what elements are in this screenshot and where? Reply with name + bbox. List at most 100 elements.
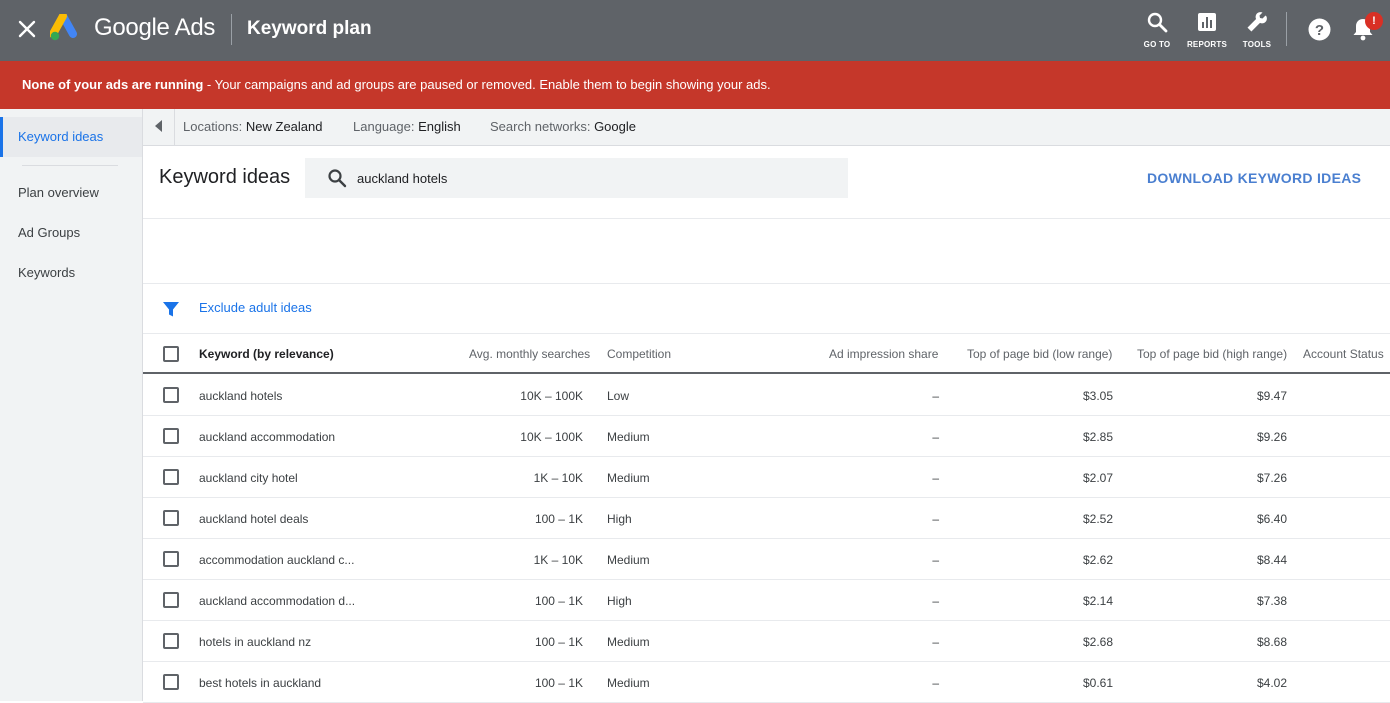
- plan-settings-bar: Locations: New Zealand Language: English…: [143, 109, 1390, 146]
- search-networks-filter[interactable]: Search networks: Google: [490, 119, 636, 134]
- alert-text: - Your campaigns and ad groups are pause…: [203, 77, 771, 92]
- row-checkbox[interactable]: [163, 592, 179, 608]
- ads-not-running-alert: None of your ads are running - Your camp…: [0, 61, 1390, 109]
- sidebar-item-keyword-ideas[interactable]: Keyword ideas: [0, 117, 142, 157]
- row-checkbox[interactable]: [163, 387, 179, 403]
- column-header-competition[interactable]: Competition: [607, 347, 671, 361]
- ad-impression-share-cell: –: [932, 430, 939, 444]
- competition-cell: Medium: [607, 553, 650, 567]
- column-header-avg-monthly-searches[interactable]: Avg. monthly searches: [469, 347, 590, 361]
- keyword-cell: auckland hotels: [199, 389, 283, 403]
- ad-impression-share-cell: –: [932, 512, 939, 526]
- row-checkbox[interactable]: [163, 428, 179, 444]
- search-networks-label: Search networks:: [490, 119, 591, 134]
- keyword-cell: auckland accommodation: [199, 430, 336, 444]
- row-checkbox[interactable]: [163, 551, 179, 567]
- column-header-top-bid-low[interactable]: Top of page bid (low range): [967, 347, 1112, 361]
- help-icon[interactable]: ?: [1307, 17, 1332, 42]
- keyword-search-input[interactable]: [357, 166, 827, 190]
- column-header-account-status[interactable]: Account Status: [1303, 347, 1384, 361]
- keyword-cell: accommodation auckland c...: [199, 553, 355, 567]
- sidebar: Keyword ideas Plan overview Ad Groups Ke…: [0, 109, 143, 701]
- chevron-left-icon: [155, 120, 162, 132]
- language-value: English: [418, 119, 461, 134]
- reports-button[interactable]: REPORTS: [1184, 10, 1230, 49]
- filter-icon: [162, 300, 180, 318]
- search-icon: [327, 168, 347, 188]
- locations-value: New Zealand: [245, 119, 323, 134]
- avg-monthly-searches-cell: 100 – 1K: [534, 635, 583, 649]
- top-bid-high-cell: $7.26: [1256, 471, 1287, 485]
- avg-monthly-searches-cell: 10K – 100K: [520, 430, 583, 444]
- top-bid-high-cell: $4.02: [1256, 676, 1287, 690]
- top-bid-low-cell: $2.62: [1082, 553, 1113, 567]
- sidebar-divider: [22, 165, 118, 166]
- ad-impression-share-cell: –: [932, 635, 939, 649]
- row-checkbox[interactable]: [163, 469, 179, 485]
- sidebar-item-ad-groups[interactable]: Ad Groups: [0, 213, 142, 253]
- ad-impression-share-cell: –: [932, 553, 939, 567]
- avg-monthly-searches-cell: 100 – 1K: [534, 512, 583, 526]
- competition-cell: High: [607, 512, 632, 526]
- goto-label: GO TO: [1143, 40, 1171, 49]
- column-header-ad-impression-share[interactable]: Ad impression share: [829, 347, 938, 361]
- table-row[interactable]: accommodation auckland c... 1K – 10K Mediu…: [143, 539, 1390, 580]
- search-networks-value: Google: [594, 119, 636, 134]
- goto-button[interactable]: GO TO: [1134, 10, 1180, 49]
- table-row[interactable]: auckland city hotel 1K – 10K Medium – $2.07 $…: [143, 457, 1390, 498]
- top-bid-high-cell: $9.47: [1256, 389, 1287, 403]
- avg-monthly-searches-cell: 1K – 10K: [533, 553, 583, 567]
- brand-name: Google Ads: [94, 14, 216, 41]
- avg-monthly-searches-cell: 100 – 1K: [534, 594, 583, 608]
- locations-filter[interactable]: Locations: New Zealand: [183, 119, 323, 134]
- ad-impression-share-cell: –: [932, 471, 939, 485]
- language-filter[interactable]: Language: English: [353, 119, 461, 134]
- keyword-ideas-heading: Keyword ideas: [159, 166, 291, 188]
- table-row[interactable]: best hotels in auckland 100 – 1K Medium – $0…: [143, 662, 1390, 703]
- row-checkbox[interactable]: [163, 674, 179, 690]
- competition-cell: Medium: [607, 430, 650, 444]
- collapse-sidebar-button[interactable]: [143, 109, 175, 145]
- locations-label: Locations:: [183, 119, 243, 134]
- alert-title: None of your ads are running: [22, 77, 204, 92]
- table-row[interactable]: hotels in auckland nz 100 – 1K Medium – $2.6…: [143, 621, 1390, 662]
- competition-cell: High: [607, 594, 632, 608]
- ad-impression-share-cell: –: [932, 594, 939, 608]
- notification-badge: !: [1365, 12, 1383, 30]
- row-checkbox[interactable]: [163, 633, 179, 649]
- table-row[interactable]: auckland accommodation d... 100 – 1K High –…: [143, 580, 1390, 621]
- row-checkbox[interactable]: [163, 510, 179, 526]
- page-title: Keyword plan: [247, 18, 372, 39]
- keyword-cell: auckland hotel deals: [199, 512, 309, 526]
- top-bid-high-cell: $8.44: [1256, 553, 1287, 567]
- keyword-cell: best hotels in auckland: [199, 676, 322, 690]
- language-label: Language:: [353, 119, 415, 134]
- tools-button[interactable]: TOOLS: [1234, 10, 1280, 49]
- ad-impression-share-cell: –: [932, 676, 939, 690]
- avg-monthly-searches-cell: 100 – 1K: [534, 676, 583, 690]
- top-bid-low-cell: $2.68: [1082, 635, 1113, 649]
- top-bid-low-cell: $0.61: [1082, 676, 1113, 690]
- column-header-keyword[interactable]: Keyword (by relevance): [199, 347, 334, 361]
- table-row[interactable]: auckland hotel deals 100 – 1K High – $2.52 $6…: [143, 498, 1390, 539]
- top-bid-low-cell: $2.85: [1082, 430, 1113, 444]
- top-bid-low-cell: $3.05: [1082, 389, 1113, 403]
- keyword-search-box[interactable]: [305, 158, 848, 198]
- table-row[interactable]: auckland hotels 10K – 100K Low – $3.05 $9.47: [143, 375, 1390, 416]
- top-bid-high-cell: $7.38: [1256, 594, 1287, 608]
- avg-monthly-searches-cell: 1K – 10K: [533, 471, 583, 485]
- table-row[interactable]: auckland accommodation 10K – 100K Medium – $…: [143, 416, 1390, 457]
- sidebar-item-keywords[interactable]: Keywords: [0, 253, 142, 293]
- header-divider: [1286, 12, 1287, 46]
- divider: [143, 218, 1390, 219]
- google-ads-logo-icon: [49, 12, 82, 42]
- ad-impression-share-cell: –: [932, 389, 939, 403]
- top-bid-high-cell: $8.68: [1256, 635, 1287, 649]
- keyword-cell: hotels in auckland nz: [199, 635, 312, 649]
- sidebar-item-plan-overview[interactable]: Plan overview: [0, 173, 142, 213]
- select-all-checkbox[interactable]: [163, 346, 179, 362]
- download-keyword-ideas-button[interactable]: DOWNLOAD KEYWORD IDEAS: [1147, 170, 1361, 186]
- column-header-top-bid-high[interactable]: Top of page bid (high range): [1137, 347, 1287, 361]
- header-divider: [231, 14, 232, 45]
- close-icon[interactable]: [14, 16, 40, 42]
